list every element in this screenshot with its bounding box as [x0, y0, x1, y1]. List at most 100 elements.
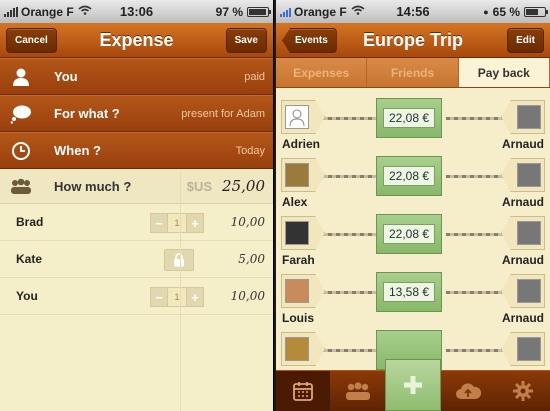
amount-label: 13,58 €	[382, 282, 436, 302]
segmented-tabs: Expenses Friends Pay back	[276, 58, 550, 88]
edit-button[interactable]: Edit	[507, 28, 544, 53]
back-button[interactable]: Events	[282, 28, 337, 53]
add-icon[interactable]	[384, 359, 442, 411]
avatar	[285, 279, 309, 303]
amount-label: How much ?	[54, 178, 132, 194]
amount-label: 22,08 €	[382, 224, 436, 244]
avatar	[285, 337, 309, 361]
debtor-name: Adrien	[282, 137, 321, 151]
currency-selector[interactable]: $US	[187, 179, 212, 194]
participant-name: You	[16, 289, 38, 303]
participant-name: Brad	[16, 215, 44, 229]
avatar	[517, 221, 541, 245]
participant-amount[interactable]: 10,00	[231, 289, 265, 303]
date-row[interactable]: When ? Today	[0, 132, 273, 169]
debtor-tag	[281, 216, 325, 250]
lock-icon[interactable]	[164, 249, 194, 271]
battery-icon	[524, 6, 548, 17]
tab-expenses[interactable]: Expenses	[276, 58, 368, 87]
signal-icon	[4, 6, 18, 17]
decrement-button[interactable]: −	[150, 287, 168, 307]
status-bar: Orange F 14:56 ● 65 %	[276, 0, 550, 23]
debtor-tag	[281, 332, 325, 366]
bill-amount: 22,08 €	[376, 214, 442, 254]
participant-amount[interactable]: 5,00	[238, 252, 265, 266]
description-label: For what ?	[54, 106, 120, 121]
date-label: When ?	[54, 143, 101, 158]
date-value: Today	[235, 144, 265, 157]
speech-bubble-icon	[8, 102, 34, 126]
group-icon	[8, 174, 34, 198]
creditor-tag	[501, 216, 545, 250]
debtor-name: Farah	[282, 253, 315, 267]
avatar	[517, 163, 541, 187]
calendar-icon[interactable]	[276, 371, 331, 411]
creditor-name: Arnaud	[502, 253, 544, 267]
cloud-icon[interactable]	[441, 371, 495, 411]
creditor-tag	[501, 332, 545, 366]
tab-pay-back[interactable]: Pay back	[458, 58, 550, 87]
string-line	[320, 291, 380, 294]
battery-percent: 65 %	[492, 4, 520, 19]
debtor-tag	[281, 158, 325, 192]
creditor-name: Arnaud	[502, 195, 544, 209]
increment-button[interactable]: +	[186, 287, 204, 307]
avatar	[285, 221, 309, 245]
gear-icon[interactable]	[496, 371, 550, 411]
payment-row[interactable]: 22,08 € Alex Arnaud	[276, 155, 550, 213]
participant-amount[interactable]: 10,00	[231, 215, 265, 229]
carrier-label: Orange F	[21, 4, 74, 19]
description-row[interactable]: For what ? present for Adam	[0, 95, 273, 132]
share-count: 1	[168, 287, 186, 307]
payer-value: paid	[244, 70, 265, 83]
creditor-tag	[501, 158, 545, 192]
debtor-name: Alex	[282, 195, 308, 209]
tab-friends[interactable]: Friends	[367, 58, 459, 87]
battery-percent: 97 %	[215, 4, 243, 19]
amount-value[interactable]: 25,00	[222, 177, 265, 195]
amount-label: 22,08 €	[382, 166, 436, 186]
payer-label: You	[54, 69, 78, 84]
page-title: Expense	[99, 29, 174, 50]
string-line	[446, 233, 506, 236]
payment-row[interactable]: 13,58 € Louis Arnaud	[276, 271, 550, 329]
payback-screen: Orange F 14:56 ● 65 % Events Europe Trip…	[276, 0, 550, 411]
string-line	[320, 233, 380, 236]
share-count: 1	[168, 213, 186, 233]
signal-icon	[280, 7, 291, 17]
status-bar: Orange F 13:06 97 %	[0, 0, 273, 23]
payment-row[interactable]: 22,08 € Adrien Arnaud	[276, 97, 550, 155]
wifi-icon	[351, 5, 365, 18]
participant-name: Kate	[16, 252, 43, 266]
creditor-tag	[501, 100, 545, 134]
payment-row[interactable]: 22,08 € Farah Arnaud	[276, 213, 550, 271]
debtor-name: Louis	[282, 311, 314, 325]
payer-row[interactable]: You paid	[0, 58, 273, 95]
avatar	[517, 279, 541, 303]
group-icon[interactable]	[330, 371, 384, 411]
increment-button[interactable]: +	[186, 213, 204, 233]
creditor-name: Arnaud	[502, 311, 544, 325]
creditor-name: Arnaud	[502, 137, 544, 151]
expense-screen: Orange F 13:06 97 % Cancel Expense Save …	[0, 0, 274, 411]
string-line	[446, 349, 506, 352]
debtor-tag	[281, 274, 325, 308]
amount-row[interactable]: How much ? $US 25,00	[0, 169, 273, 204]
battery-icon	[247, 6, 271, 17]
debtor-tag	[281, 100, 325, 134]
creditor-tag	[501, 274, 545, 308]
column-divider	[180, 171, 181, 411]
cancel-button[interactable]: Cancel	[6, 28, 57, 53]
wifi-icon	[78, 5, 92, 18]
decrement-button[interactable]: −	[150, 213, 168, 233]
person-icon	[8, 65, 34, 89]
page-title: Europe Trip	[362, 29, 463, 50]
nav-bar: Events Europe Trip Edit	[276, 23, 550, 58]
participant-row: Kate 5,00	[0, 241, 273, 278]
avatar	[285, 105, 309, 129]
share-stepper: − 1 +	[150, 213, 204, 233]
bill-amount: 13,58 €	[376, 272, 442, 312]
save-button[interactable]: Save	[225, 28, 267, 53]
payback-list: 22,08 € Adrien Arnaud 22,08 € Alex Arnau…	[276, 89, 550, 370]
share-stepper: − 1 +	[150, 287, 204, 307]
